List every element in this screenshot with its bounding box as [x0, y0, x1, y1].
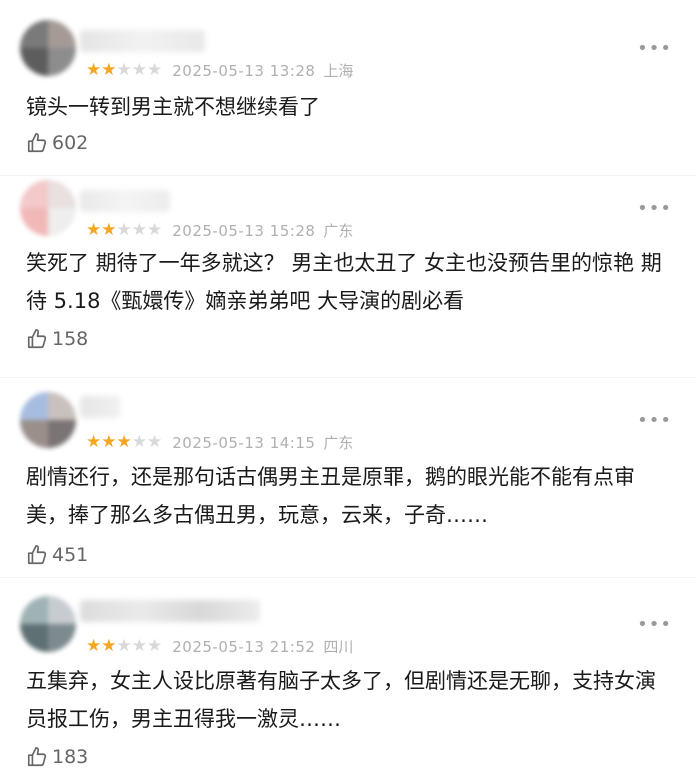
like-count: 158: [52, 328, 89, 350]
star-empty-icon: ★: [116, 636, 132, 656]
like-button[interactable]: 183: [26, 746, 696, 768]
star-filled-icon: ★: [86, 432, 102, 452]
comment-time: 2025-05-13 13:28: [172, 61, 316, 80]
comment-location: 四川: [323, 638, 354, 656]
like-button[interactable]: 158: [26, 328, 696, 350]
avatar[interactable]: [20, 180, 76, 236]
thumbs-up-icon: [27, 545, 47, 565]
comment-time: 2025-05-13 21:52: [172, 637, 316, 656]
like-button[interactable]: 451: [26, 544, 696, 566]
comment-meta: ★ ★ ★ ★ ★ 2025-05-13 21:52 四川: [86, 636, 353, 657]
avatar[interactable]: [20, 596, 76, 652]
username-blurred[interactable]: [80, 30, 205, 52]
comment-card: ••• ★ ★ ★ ★ ★ 2025-05-13 13:28 上海 镜头一转到男主就不想…: [0, 0, 696, 176]
more-options-icon[interactable]: •••: [637, 616, 672, 634]
star-empty-icon: ★: [131, 432, 147, 452]
like-button[interactable]: 602: [26, 132, 696, 154]
star-rating: ★ ★ ★ ★ ★: [86, 638, 162, 655]
star-filled-icon: ★: [101, 220, 117, 240]
star-empty-icon: ★: [131, 636, 147, 656]
star-filled-icon: ★: [86, 220, 102, 240]
comment-text: 剧情还行，还是那句话古偶男主丑是原罪，鹅的眼光能不能有点审美，捧了那么多古偶丑男…: [26, 465, 635, 527]
star-filled-icon: ★: [116, 432, 132, 452]
comment-header: ••• ★ ★ ★ ★ ★ 2025-05-13 15:28 广东: [0, 176, 696, 244]
star-empty-icon: ★: [147, 220, 163, 240]
avatar[interactable]: [20, 20, 76, 76]
star-empty-icon: ★: [116, 60, 132, 80]
username-blurred[interactable]: [80, 396, 120, 418]
comment-header: ••• ★ ★ ★ ★ ★ 2025-05-13 14:15 广东: [0, 378, 696, 452]
star-filled-icon: ★: [101, 432, 117, 452]
star-filled-icon: ★: [101, 636, 117, 656]
more-options-icon[interactable]: •••: [637, 412, 672, 430]
comment-card: ••• ★ ★ ★ ★ ★ 2025-05-13 14:15 广东 剧情还行，还是那句话…: [0, 378, 696, 578]
more-options-icon[interactable]: •••: [637, 40, 672, 58]
username-blurred[interactable]: [80, 600, 260, 622]
like-count: 183: [52, 746, 89, 768]
star-rating: ★ ★ ★ ★ ★: [86, 62, 162, 79]
comment-card: ••• ★ ★ ★ ★ ★ 2025-05-13 15:28 广东 笑死了 期待了一年多…: [0, 176, 696, 378]
thumbs-up-icon: [27, 747, 47, 767]
star-filled-icon: ★: [86, 60, 102, 80]
comment-text: 五集弃，女主人设比原著有脑子太多了，但剧情还是无聊，支持女演员报工伤，男主丑得我…: [26, 669, 656, 731]
username-blurred[interactable]: [80, 190, 170, 212]
comment-time: 2025-05-13 14:15: [172, 433, 316, 452]
star-filled-icon: ★: [101, 60, 117, 80]
comment-location: 上海: [323, 62, 354, 80]
more-options-icon[interactable]: •••: [637, 200, 672, 218]
star-empty-icon: ★: [147, 60, 163, 80]
comment-meta: ★ ★ ★ ★ ★ 2025-05-13 13:28 上海: [86, 60, 353, 81]
star-empty-icon: ★: [131, 60, 147, 80]
comment-meta: ★ ★ ★ ★ ★ 2025-05-13 15:28 广东: [86, 220, 353, 241]
comment-header: ••• ★ ★ ★ ★ ★ 2025-05-13 13:28 上海: [0, 0, 696, 80]
comment-feed: ••• ★ ★ ★ ★ ★ 2025-05-13 13:28 上海 镜头一转到男主就不想…: [0, 0, 696, 768]
avatar[interactable]: [20, 392, 76, 448]
star-rating: ★ ★ ★ ★ ★: [86, 434, 162, 451]
comment-card: ••• ★ ★ ★ ★ ★ 2025-05-13 21:52 四川 五集弃，女主人设比原…: [0, 578, 696, 768]
comment-text: 镜头一转到男主就不想继续看了: [26, 95, 320, 119]
thumbs-up-icon: [27, 329, 47, 349]
star-filled-icon: ★: [86, 636, 102, 656]
star-empty-icon: ★: [116, 220, 132, 240]
like-count: 451: [52, 544, 89, 566]
comment-location: 广东: [323, 434, 354, 452]
star-empty-icon: ★: [131, 220, 147, 240]
comment-text: 笑死了 期待了一年多就这？ 男主也太丑了 女主也没预告里的惊艳 期待 5.18《…: [26, 251, 662, 313]
star-empty-icon: ★: [147, 432, 163, 452]
comment-time: 2025-05-13 15:28: [172, 221, 316, 240]
comment-meta: ★ ★ ★ ★ ★ 2025-05-13 14:15 广东: [86, 432, 353, 453]
comment-location: 广东: [323, 222, 354, 240]
star-empty-icon: ★: [147, 636, 163, 656]
star-rating: ★ ★ ★ ★ ★: [86, 222, 162, 239]
like-count: 602: [52, 132, 89, 154]
thumbs-up-icon: [27, 133, 47, 153]
comment-header: ••• ★ ★ ★ ★ ★ 2025-05-13 21:52 四川: [0, 578, 696, 656]
